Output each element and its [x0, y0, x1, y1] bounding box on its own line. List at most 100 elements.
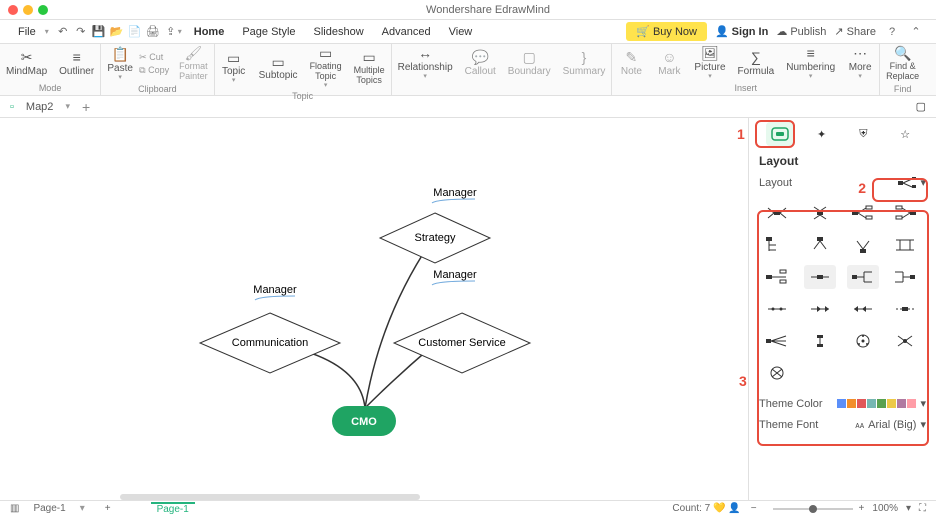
outliner-button[interactable]: ≡Outliner: [53, 44, 100, 83]
layout-option[interactable]: [889, 265, 921, 289]
multiple-topics-button[interactable]: ▭Multiple Topics: [348, 44, 391, 91]
layout-option[interactable]: [847, 201, 879, 225]
color-swatch[interactable]: [907, 399, 916, 408]
buy-now-button[interactable]: 🛒 Buy Now: [626, 22, 707, 41]
color-swatch[interactable]: [877, 399, 886, 408]
file-menu[interactable]: File: [12, 24, 42, 40]
add-tab-button[interactable]: +: [82, 99, 90, 115]
layout-option[interactable]: [889, 329, 921, 353]
theme-font-dropdown[interactable]: ᴀᴀ Arial (Big) ▾: [855, 418, 926, 431]
formula-icon: ∑: [751, 50, 761, 66]
undo-icon[interactable]: ↶: [55, 24, 71, 40]
redo-icon[interactable]: ↷: [73, 24, 89, 40]
layout-row: Layout ▾: [749, 172, 936, 193]
subtopic-button[interactable]: ▭Subtopic: [253, 44, 304, 91]
sign-in-button[interactable]: 👤 Sign In: [715, 25, 768, 38]
mark-button[interactable]: ☺Mark: [650, 44, 688, 83]
layout-option[interactable]: [804, 297, 836, 321]
maximize-window-button[interactable]: [38, 5, 48, 15]
style-tab[interactable]: ✦: [808, 122, 836, 146]
layout-option[interactable]: [761, 361, 793, 385]
mindmap-button[interactable]: ✂MindMap: [0, 44, 53, 83]
print-icon[interactable]: 🖨: [145, 24, 161, 40]
canvas[interactable]: CMO Communication Manager Strategy Manag…: [0, 118, 748, 500]
diagram: CMO Communication Manager Strategy Manag…: [0, 118, 748, 500]
color-swatch[interactable]: [867, 399, 876, 408]
panel-toggle-icon[interactable]: ▢: [916, 100, 926, 113]
floating-topic-button[interactable]: ▭Floating Topic▾: [304, 44, 348, 91]
collapse-ribbon-icon[interactable]: ⌃: [908, 24, 924, 40]
zoom-level[interactable]: 100%: [872, 503, 898, 514]
dropdown-icon[interactable]: ▾: [45, 27, 49, 36]
color-swatch[interactable]: [857, 399, 866, 408]
layout-option[interactable]: [761, 265, 793, 289]
note-button[interactable]: ✎Note: [612, 44, 650, 83]
color-swatch[interactable]: [897, 399, 906, 408]
share-label: Share: [847, 26, 876, 38]
layout-option[interactable]: [889, 201, 921, 225]
callout-1: 1: [737, 126, 745, 142]
tab-advanced[interactable]: Advanced: [376, 24, 437, 40]
layout-option[interactable]: [804, 265, 836, 289]
share-button[interactable]: ↗ Share: [834, 25, 876, 38]
favorite-tab[interactable]: ☆: [891, 122, 919, 146]
tab-view[interactable]: View: [443, 24, 479, 40]
tab-slideshow[interactable]: Slideshow: [308, 24, 370, 40]
layout-option[interactable]: [761, 233, 793, 257]
topic-button[interactable]: ▭Topic▾: [215, 44, 253, 91]
tab-page-style[interactable]: Page Style: [236, 24, 301, 40]
dropdown-icon[interactable]: ▾: [178, 27, 182, 36]
tab-map2[interactable]: Map2: [26, 101, 54, 113]
help-icon[interactable]: ?: [884, 24, 900, 40]
format-painter-button[interactable]: 🖌Format Painter: [173, 44, 214, 84]
layout-option[interactable]: [847, 233, 879, 257]
layout-option[interactable]: [847, 265, 879, 289]
layout-section-title: Layout: [749, 150, 936, 172]
publish-button[interactable]: ☁ Publish: [776, 25, 826, 38]
tab-home[interactable]: Home: [188, 24, 231, 40]
zoom-slider[interactable]: [773, 508, 853, 510]
layout-option[interactable]: [761, 329, 793, 353]
layout-option[interactable]: [804, 233, 836, 257]
page-active-tab[interactable]: Page-1: [151, 502, 195, 515]
export-icon[interactable]: ⇪: [163, 24, 179, 40]
layout-dropdown[interactable]: ▾: [898, 176, 926, 189]
layout-option[interactable]: [761, 201, 793, 225]
add-page-button[interactable]: +: [105, 503, 111, 514]
save-icon[interactable]: 💾: [91, 24, 107, 40]
layout-option[interactable]: [847, 329, 879, 353]
horizontal-scrollbar[interactable]: [120, 494, 420, 500]
relationship-button[interactable]: ↔Relationship▾: [392, 44, 459, 83]
more-button[interactable]: ⋯More▾: [841, 44, 879, 83]
layout-option[interactable]: [889, 297, 921, 321]
layout-tab[interactable]: [766, 122, 794, 146]
callout-button[interactable]: 💬Callout: [459, 44, 502, 83]
open-icon[interactable]: 📂: [109, 24, 125, 40]
close-window-button[interactable]: [8, 5, 18, 15]
theme-color-picker[interactable]: ▾: [837, 397, 926, 410]
layout-option[interactable]: [761, 297, 793, 321]
boundary-button[interactable]: ▢Boundary: [502, 44, 557, 83]
layout-option[interactable]: [804, 329, 836, 353]
outline-toggle-icon[interactable]: ▥: [10, 503, 19, 514]
subtopic-icon: ▭: [271, 54, 284, 70]
color-swatch[interactable]: [887, 399, 896, 408]
minimize-window-button[interactable]: [23, 5, 33, 15]
layout-option[interactable]: [847, 297, 879, 321]
page-tab[interactable]: Page-1: [33, 503, 65, 514]
copy-button[interactable]: ⧉ Copy: [139, 65, 169, 76]
color-swatch[interactable]: [847, 399, 856, 408]
new-icon[interactable]: 📄: [127, 24, 143, 40]
cut-button[interactable]: ✂ Cut: [139, 52, 169, 63]
fit-icon[interactable]: ⛶: [919, 503, 926, 514]
layout-option[interactable]: [889, 233, 921, 257]
color-swatch[interactable]: [837, 399, 846, 408]
security-tab[interactable]: ⛨: [849, 122, 877, 146]
layout-option[interactable]: [804, 201, 836, 225]
numbering-button[interactable]: ≡Numbering▾: [780, 44, 841, 83]
find-replace-button[interactable]: 🔍Find & Replace: [880, 44, 925, 84]
paste-button[interactable]: 📋Paste▾: [101, 44, 139, 84]
picture-button[interactable]: 🖼Picture▾: [688, 44, 731, 83]
formula-button[interactable]: ∑Formula: [732, 44, 781, 83]
summary-button[interactable]: }Summary: [557, 44, 612, 83]
